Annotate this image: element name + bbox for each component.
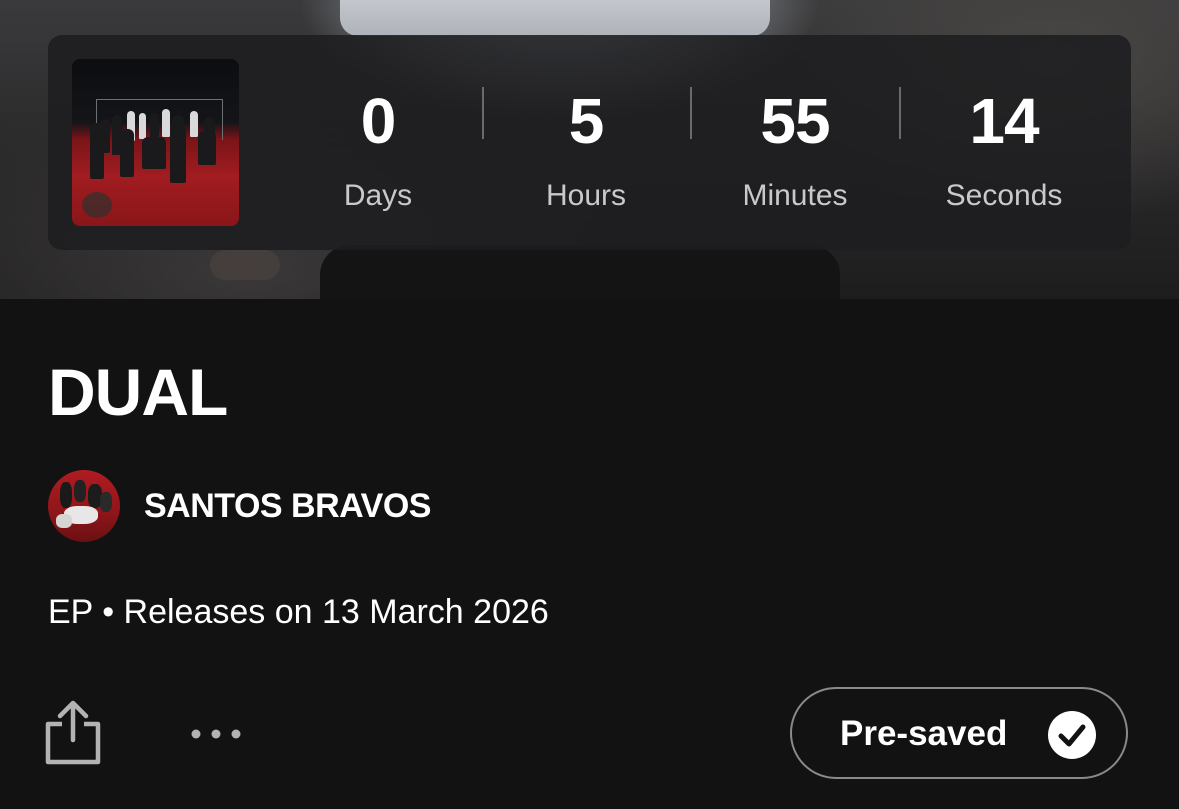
avatar-figure: [74, 480, 86, 502]
countdown-hours-label: Hours: [545, 179, 627, 212]
countdown-hours-value: 5: [568, 85, 605, 157]
cover-figure: [190, 111, 198, 137]
cover-figure: [90, 123, 104, 179]
hero-photo-shirt: [340, 0, 770, 36]
cover-figure: [170, 125, 186, 183]
countdown-seconds-label: Seconds: [945, 179, 1063, 212]
checkmark-circle-icon: [1048, 711, 1096, 759]
cover-floor-shadow: [82, 192, 112, 218]
hero-photo-hand: [210, 250, 280, 280]
avatar[interactable]: [48, 470, 120, 542]
cover-figure: [162, 109, 170, 137]
more-options-icon: [191, 729, 241, 739]
release-meta: EP • Releases on 13 March 2026: [48, 593, 549, 631]
countdown-minutes-value: 55: [760, 85, 830, 157]
avatar-figure: [60, 482, 72, 508]
hero-photo-body: [320, 245, 840, 299]
release-page: 0 Days 5 Hours 55 Minutes 14 Seconds DUA…: [0, 0, 1179, 809]
avatar-figure: [100, 492, 112, 512]
countdown-card: 0 Days 5 Hours 55 Minutes 14 Seconds: [48, 35, 1131, 250]
countdown-divider: [899, 87, 901, 139]
countdown-seconds-value: 14: [969, 85, 1039, 157]
countdown-divider: [482, 87, 484, 139]
cover-figure: [139, 113, 146, 139]
share-button[interactable]: [44, 700, 102, 766]
more-options-button[interactable]: [186, 716, 246, 752]
cover-figure: [198, 131, 216, 165]
countdown-hours: 5 Hours: [486, 35, 686, 250]
album-title: DUAL: [48, 355, 228, 429]
artist-link[interactable]: SANTOS BRAVOS: [48, 470, 431, 542]
hero-background: 0 Days 5 Hours 55 Minutes 14 Seconds: [0, 0, 1179, 299]
countdown-minutes-label: Minutes: [742, 179, 848, 212]
cover-figure: [142, 137, 166, 169]
countdown-divider: [690, 87, 692, 139]
countdown-days: 0 Days: [278, 35, 478, 250]
countdown-seconds: 14 Seconds: [904, 35, 1104, 250]
album-cover-art[interactable]: [72, 59, 239, 226]
presave-button[interactable]: Pre-saved: [790, 687, 1128, 779]
countdown-days-label: Days: [343, 179, 413, 212]
share-icon: [45, 700, 101, 765]
artist-name[interactable]: SANTOS BRAVOS: [144, 487, 431, 526]
countdown-minutes: 55 Minutes: [695, 35, 895, 250]
avatar-figure: [56, 514, 72, 528]
cover-figure: [120, 129, 134, 177]
countdown-days-value: 0: [360, 85, 397, 157]
presave-label: Pre-saved: [840, 714, 1008, 753]
